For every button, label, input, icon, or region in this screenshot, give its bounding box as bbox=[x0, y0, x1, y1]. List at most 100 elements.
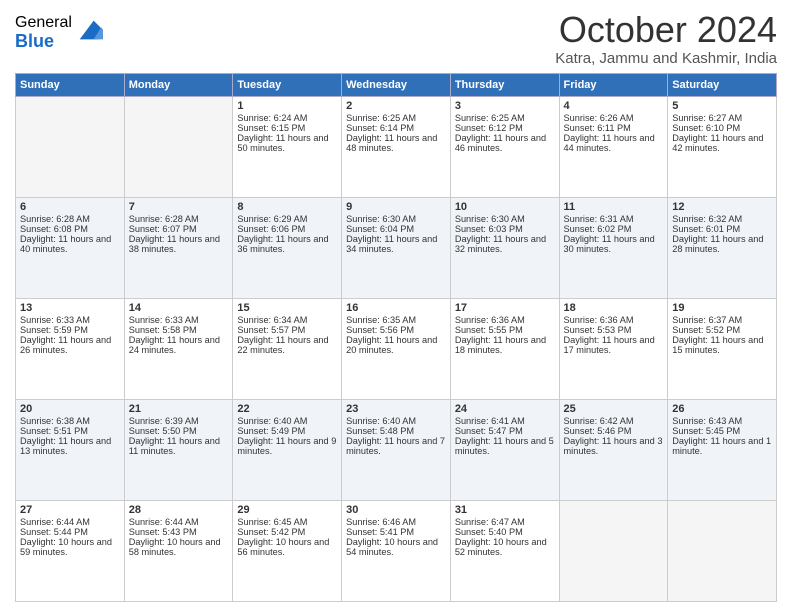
day-number: 15 bbox=[237, 302, 337, 314]
logo-blue: Blue bbox=[15, 32, 72, 52]
sunrise-text: Sunrise: 6:25 AM bbox=[346, 113, 446, 123]
day-of-week-header: Friday bbox=[559, 73, 668, 96]
calendar-day-cell bbox=[668, 500, 777, 601]
day-number: 5 bbox=[672, 100, 772, 112]
sunrise-text: Sunrise: 6:34 AM bbox=[237, 315, 337, 325]
calendar-week-row: 20Sunrise: 6:38 AMSunset: 5:51 PMDayligh… bbox=[16, 399, 777, 500]
sunrise-text: Sunrise: 6:44 AM bbox=[20, 517, 120, 527]
sunrise-text: Sunrise: 6:45 AM bbox=[237, 517, 337, 527]
sunset-text: Sunset: 5:46 PM bbox=[564, 426, 664, 436]
month-title: October 2024 bbox=[555, 10, 777, 50]
day-number: 3 bbox=[455, 100, 555, 112]
day-of-week-header: Sunday bbox=[16, 73, 125, 96]
daylight-text: Daylight: 11 hours and 9 minutes. bbox=[237, 436, 337, 456]
day-of-week-header: Wednesday bbox=[342, 73, 451, 96]
sunrise-text: Sunrise: 6:33 AM bbox=[20, 315, 120, 325]
logo-text: General Blue bbox=[15, 14, 72, 51]
sunrise-text: Sunrise: 6:26 AM bbox=[564, 113, 664, 123]
day-number: 8 bbox=[237, 201, 337, 213]
calendar-day-cell: 12Sunrise: 6:32 AMSunset: 6:01 PMDayligh… bbox=[668, 197, 777, 298]
sunset-text: Sunset: 6:12 PM bbox=[455, 123, 555, 133]
sunrise-text: Sunrise: 6:37 AM bbox=[672, 315, 772, 325]
sunrise-text: Sunrise: 6:32 AM bbox=[672, 214, 772, 224]
calendar-day-cell: 17Sunrise: 6:36 AMSunset: 5:55 PMDayligh… bbox=[450, 298, 559, 399]
day-of-week-header: Thursday bbox=[450, 73, 559, 96]
calendar-day-cell: 2Sunrise: 6:25 AMSunset: 6:14 PMDaylight… bbox=[342, 96, 451, 197]
day-of-week-header: Tuesday bbox=[233, 73, 342, 96]
calendar-day-cell: 31Sunrise: 6:47 AMSunset: 5:40 PMDayligh… bbox=[450, 500, 559, 601]
day-number: 26 bbox=[672, 403, 772, 415]
daylight-text: Daylight: 11 hours and 46 minutes. bbox=[455, 133, 555, 153]
sunrise-text: Sunrise: 6:29 AM bbox=[237, 214, 337, 224]
daylight-text: Daylight: 11 hours and 7 minutes. bbox=[346, 436, 446, 456]
calendar-day-cell: 14Sunrise: 6:33 AMSunset: 5:58 PMDayligh… bbox=[124, 298, 233, 399]
daylight-text: Daylight: 11 hours and 17 minutes. bbox=[564, 335, 664, 355]
day-number: 31 bbox=[455, 504, 555, 516]
sunset-text: Sunset: 5:44 PM bbox=[20, 527, 120, 537]
sunset-text: Sunset: 5:58 PM bbox=[129, 325, 229, 335]
sunset-text: Sunset: 6:10 PM bbox=[672, 123, 772, 133]
day-number: 23 bbox=[346, 403, 446, 415]
location-title: Katra, Jammu and Kashmir, India bbox=[555, 50, 777, 67]
sunset-text: Sunset: 5:53 PM bbox=[564, 325, 664, 335]
daylight-text: Daylight: 11 hours and 42 minutes. bbox=[672, 133, 772, 153]
sunset-text: Sunset: 6:01 PM bbox=[672, 224, 772, 234]
daylight-text: Daylight: 11 hours and 15 minutes. bbox=[672, 335, 772, 355]
daylight-text: Daylight: 11 hours and 44 minutes. bbox=[564, 133, 664, 153]
day-number: 9 bbox=[346, 201, 446, 213]
logo-general: General bbox=[15, 14, 72, 32]
daylight-text: Daylight: 11 hours and 13 minutes. bbox=[20, 436, 120, 456]
calendar-header-row: SundayMondayTuesdayWednesdayThursdayFrid… bbox=[16, 73, 777, 96]
day-number: 25 bbox=[564, 403, 664, 415]
day-number: 1 bbox=[237, 100, 337, 112]
calendar-day-cell: 11Sunrise: 6:31 AMSunset: 6:02 PMDayligh… bbox=[559, 197, 668, 298]
daylight-text: Daylight: 11 hours and 32 minutes. bbox=[455, 234, 555, 254]
sunset-text: Sunset: 5:40 PM bbox=[455, 527, 555, 537]
sunset-text: Sunset: 5:43 PM bbox=[129, 527, 229, 537]
calendar-day-cell: 4Sunrise: 6:26 AMSunset: 6:11 PMDaylight… bbox=[559, 96, 668, 197]
calendar-day-cell: 3Sunrise: 6:25 AMSunset: 6:12 PMDaylight… bbox=[450, 96, 559, 197]
calendar-day-cell: 13Sunrise: 6:33 AMSunset: 5:59 PMDayligh… bbox=[16, 298, 125, 399]
day-number: 10 bbox=[455, 201, 555, 213]
sunrise-text: Sunrise: 6:41 AM bbox=[455, 416, 555, 426]
daylight-text: Daylight: 11 hours and 22 minutes. bbox=[237, 335, 337, 355]
daylight-text: Daylight: 11 hours and 20 minutes. bbox=[346, 335, 446, 355]
page: General Blue October 2024 Katra, Jammu a… bbox=[0, 0, 792, 612]
logo-icon bbox=[75, 16, 103, 44]
sunrise-text: Sunrise: 6:38 AM bbox=[20, 416, 120, 426]
sunset-text: Sunset: 5:41 PM bbox=[346, 527, 446, 537]
sunset-text: Sunset: 6:11 PM bbox=[564, 123, 664, 133]
sunrise-text: Sunrise: 6:35 AM bbox=[346, 315, 446, 325]
daylight-text: Daylight: 11 hours and 34 minutes. bbox=[346, 234, 446, 254]
sunrise-text: Sunrise: 6:46 AM bbox=[346, 517, 446, 527]
sunrise-text: Sunrise: 6:25 AM bbox=[455, 113, 555, 123]
daylight-text: Daylight: 10 hours and 59 minutes. bbox=[20, 537, 120, 557]
sunset-text: Sunset: 6:06 PM bbox=[237, 224, 337, 234]
day-number: 17 bbox=[455, 302, 555, 314]
calendar-day-cell: 23Sunrise: 6:40 AMSunset: 5:48 PMDayligh… bbox=[342, 399, 451, 500]
sunset-text: Sunset: 6:15 PM bbox=[237, 123, 337, 133]
sunrise-text: Sunrise: 6:39 AM bbox=[129, 416, 229, 426]
sunset-text: Sunset: 5:52 PM bbox=[672, 325, 772, 335]
calendar-day-cell: 30Sunrise: 6:46 AMSunset: 5:41 PMDayligh… bbox=[342, 500, 451, 601]
daylight-text: Daylight: 11 hours and 40 minutes. bbox=[20, 234, 120, 254]
calendar-week-row: 1Sunrise: 6:24 AMSunset: 6:15 PMDaylight… bbox=[16, 96, 777, 197]
calendar-day-cell: 8Sunrise: 6:29 AMSunset: 6:06 PMDaylight… bbox=[233, 197, 342, 298]
day-number: 7 bbox=[129, 201, 229, 213]
calendar-day-cell: 16Sunrise: 6:35 AMSunset: 5:56 PMDayligh… bbox=[342, 298, 451, 399]
sunset-text: Sunset: 5:48 PM bbox=[346, 426, 446, 436]
day-number: 19 bbox=[672, 302, 772, 314]
sunrise-text: Sunrise: 6:40 AM bbox=[346, 416, 446, 426]
day-number: 11 bbox=[564, 201, 664, 213]
day-number: 22 bbox=[237, 403, 337, 415]
daylight-text: Daylight: 10 hours and 54 minutes. bbox=[346, 537, 446, 557]
daylight-text: Daylight: 11 hours and 38 minutes. bbox=[129, 234, 229, 254]
sunset-text: Sunset: 5:47 PM bbox=[455, 426, 555, 436]
sunset-text: Sunset: 5:51 PM bbox=[20, 426, 120, 436]
header: General Blue October 2024 Katra, Jammu a… bbox=[15, 10, 777, 67]
sunrise-text: Sunrise: 6:43 AM bbox=[672, 416, 772, 426]
sunset-text: Sunset: 5:57 PM bbox=[237, 325, 337, 335]
sunset-text: Sunset: 6:03 PM bbox=[455, 224, 555, 234]
calendar-day-cell: 7Sunrise: 6:28 AMSunset: 6:07 PMDaylight… bbox=[124, 197, 233, 298]
daylight-text: Daylight: 10 hours and 56 minutes. bbox=[237, 537, 337, 557]
